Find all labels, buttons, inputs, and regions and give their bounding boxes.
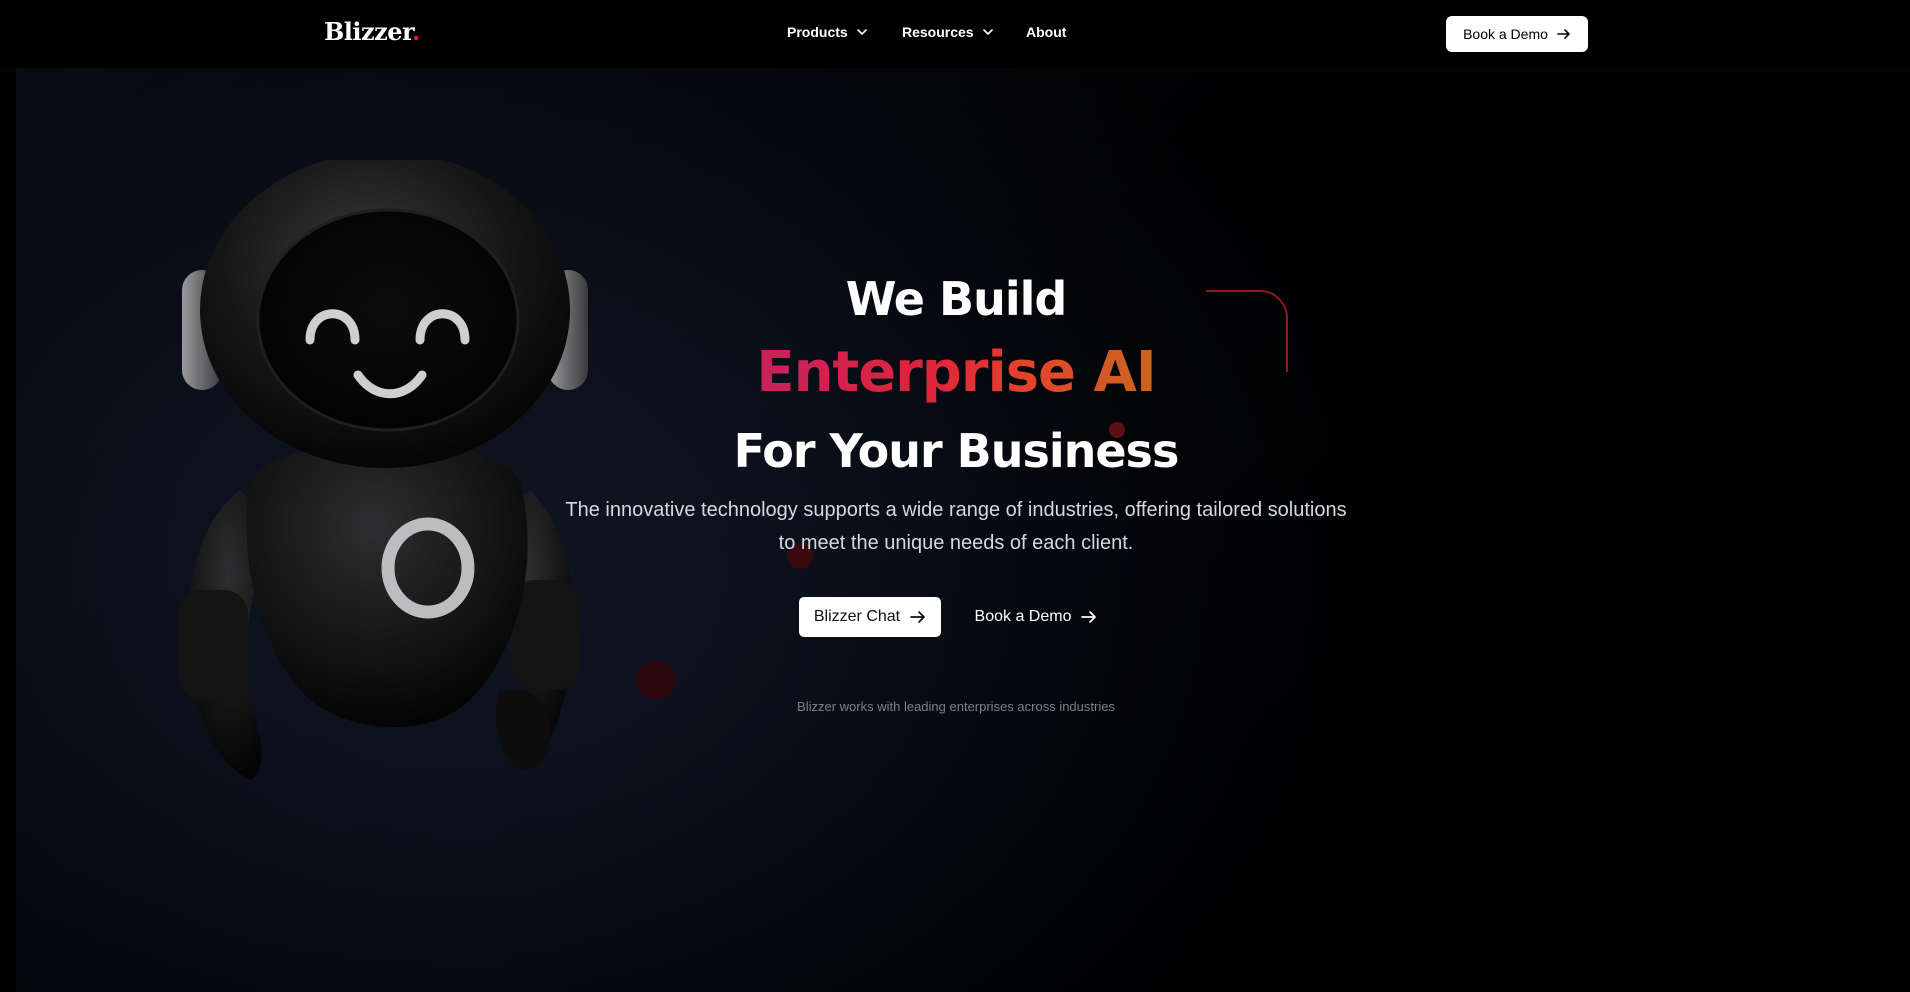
- nav-item-label: About: [1026, 24, 1067, 40]
- trust-statement: Blizzer works with leading enterprises a…: [797, 699, 1115, 714]
- hero-title-highlight: Enterprise AI: [756, 340, 1156, 405]
- left-forearm: [178, 590, 248, 700]
- brand-logo[interactable]: Blizzer.: [324, 17, 420, 46]
- hero-title-line-1: We Build: [845, 272, 1068, 326]
- robot-mascot: [178, 160, 588, 780]
- nav-item-products[interactable]: Products: [787, 24, 902, 40]
- blizzer-chat-button[interactable]: Blizzer Chat: [799, 597, 941, 637]
- top-navigation: Blizzer. Products Resources About Book a…: [0, 0, 1910, 68]
- blizzer-chat-label: Blizzer Chat: [813, 608, 901, 625]
- arrow-right-icon: [1557, 29, 1570, 39]
- decorative-dot: [636, 660, 676, 700]
- book-demo-nav-button[interactable]: Book a Demo: [1446, 16, 1588, 52]
- hero-title-line-2: Enterprise AI: [456, 340, 1456, 405]
- book-demo-hero-label: Book a Demo: [974, 608, 1072, 625]
- logo-text: Blizzer: [324, 17, 413, 46]
- nav-item-label: Products: [787, 24, 848, 40]
- arrow-right-icon: [910, 611, 925, 623]
- nav-item-label: Resources: [902, 24, 974, 40]
- chevron-down-icon: [856, 29, 867, 35]
- book-demo-hero-button[interactable]: Book a Demo: [966, 597, 1106, 637]
- hero-subtitle: The innovative technology supports a wid…: [565, 499, 1347, 554]
- nav-links: Products Resources About: [787, 24, 1066, 40]
- landing-page: Blizzer. Products Resources About Book a…: [0, 0, 1910, 992]
- nav-item-about[interactable]: About: [1026, 24, 1066, 40]
- logo-dot: .: [412, 17, 420, 46]
- book-demo-nav-label: Book a Demo: [1463, 26, 1548, 42]
- hero-title-line-3: For Your Business: [733, 424, 1180, 478]
- nav-item-resources[interactable]: Resources: [902, 24, 1026, 40]
- chevron-down-icon: [982, 29, 993, 35]
- arrow-right-icon: [1081, 611, 1097, 623]
